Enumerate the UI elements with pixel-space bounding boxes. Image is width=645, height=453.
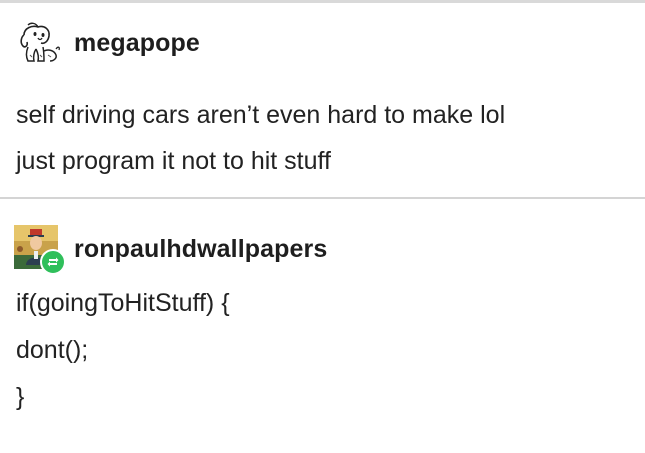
post-text-line: dont(); — [16, 336, 89, 364]
post-text-line: if(goingToHitStuff) { — [16, 289, 230, 317]
post-text-line: } — [16, 383, 25, 411]
post-megapope: megapope self driving cars aren’t even h… — [0, 14, 645, 194]
tumblr-post-screenshot: megapope self driving cars aren’t even h… — [0, 0, 645, 453]
username[interactable]: megapope — [74, 29, 200, 58]
reblog-badge — [40, 249, 66, 275]
reblog-icon — [47, 257, 59, 267]
post-text-line: just program it not to hit stuff — [16, 147, 331, 175]
post-body: if(goingToHitStuff) { dont(); } — [16, 280, 626, 421]
post-text-line: self driving cars aren’t even hard to ma… — [16, 101, 506, 129]
post-body: self driving cars aren’t even hard to ma… — [16, 92, 626, 184]
dog-sketch-icon — [14, 19, 62, 67]
avatar[interactable] — [14, 225, 66, 275]
post-header: megapope — [14, 19, 200, 67]
post-divider — [0, 197, 645, 199]
post-header: ronpaulhdwallpapers — [14, 225, 327, 275]
avatar[interactable] — [14, 19, 62, 67]
post-ronpaulhdwallpapers: ronpaulhdwallpapers if(goingToHitStuff) … — [0, 220, 645, 453]
top-divider — [0, 0, 645, 3]
username[interactable]: ronpaulhdwallpapers — [74, 235, 327, 264]
